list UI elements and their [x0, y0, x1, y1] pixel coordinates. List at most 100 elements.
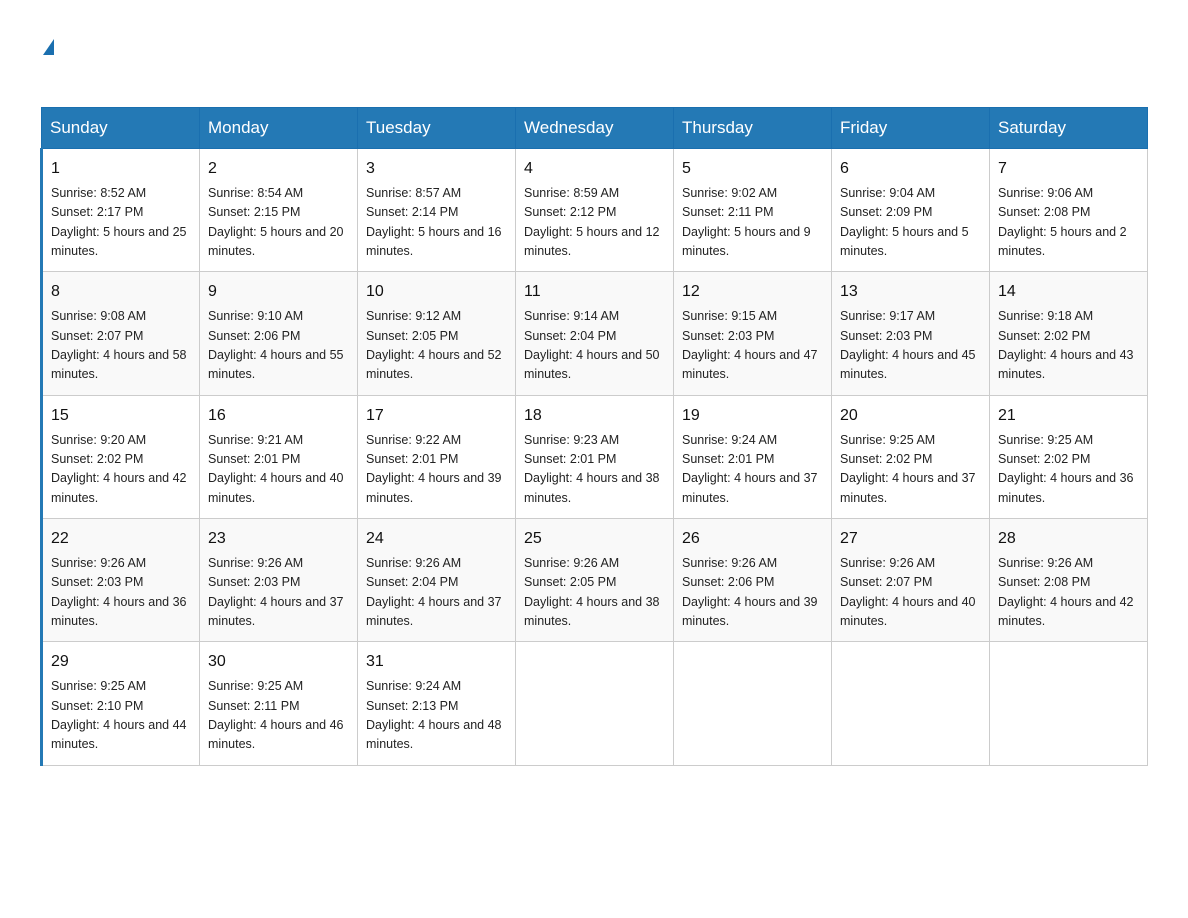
col-header-thursday: Thursday: [674, 108, 832, 149]
logo-triangle-icon: [43, 39, 54, 55]
day-cell: 31 Sunrise: 9:24 AMSunset: 2:13 PMDaylig…: [358, 642, 516, 765]
day-cell: 12 Sunrise: 9:15 AMSunset: 2:03 PMDaylig…: [674, 272, 832, 395]
logo: [40, 30, 54, 87]
day-cell: 11 Sunrise: 9:14 AMSunset: 2:04 PMDaylig…: [516, 272, 674, 395]
day-info: Sunrise: 9:26 AMSunset: 2:08 PMDaylight:…: [998, 556, 1134, 628]
day-cell: 30 Sunrise: 9:25 AMSunset: 2:11 PMDaylig…: [200, 642, 358, 765]
day-cell: 22 Sunrise: 9:26 AMSunset: 2:03 PMDaylig…: [42, 519, 200, 642]
day-info: Sunrise: 8:57 AMSunset: 2:14 PMDaylight:…: [366, 186, 502, 258]
day-cell: [516, 642, 674, 765]
day-info: Sunrise: 9:25 AMSunset: 2:11 PMDaylight:…: [208, 679, 344, 751]
day-number: 13: [840, 280, 981, 305]
day-cell: 25 Sunrise: 9:26 AMSunset: 2:05 PMDaylig…: [516, 519, 674, 642]
day-number: 20: [840, 404, 981, 429]
page-header: [40, 30, 1148, 87]
day-cell: 27 Sunrise: 9:26 AMSunset: 2:07 PMDaylig…: [832, 519, 990, 642]
day-number: 1: [51, 157, 191, 182]
day-cell: [832, 642, 990, 765]
day-number: 19: [682, 404, 823, 429]
day-info: Sunrise: 9:23 AMSunset: 2:01 PMDaylight:…: [524, 433, 660, 505]
day-cell: 20 Sunrise: 9:25 AMSunset: 2:02 PMDaylig…: [832, 395, 990, 518]
day-number: 26: [682, 527, 823, 552]
day-info: Sunrise: 9:24 AMSunset: 2:01 PMDaylight:…: [682, 433, 818, 505]
day-info: Sunrise: 9:08 AMSunset: 2:07 PMDaylight:…: [51, 309, 187, 381]
day-cell: 10 Sunrise: 9:12 AMSunset: 2:05 PMDaylig…: [358, 272, 516, 395]
day-cell: 23 Sunrise: 9:26 AMSunset: 2:03 PMDaylig…: [200, 519, 358, 642]
day-number: 18: [524, 404, 665, 429]
day-info: Sunrise: 9:18 AMSunset: 2:02 PMDaylight:…: [998, 309, 1134, 381]
day-cell: 6 Sunrise: 9:04 AMSunset: 2:09 PMDayligh…: [832, 149, 990, 272]
week-row-5: 29 Sunrise: 9:25 AMSunset: 2:10 PMDaylig…: [42, 642, 1148, 765]
day-info: Sunrise: 9:25 AMSunset: 2:02 PMDaylight:…: [840, 433, 976, 505]
day-number: 22: [51, 527, 191, 552]
day-number: 23: [208, 527, 349, 552]
day-number: 6: [840, 157, 981, 182]
day-info: Sunrise: 9:20 AMSunset: 2:02 PMDaylight:…: [51, 433, 187, 505]
day-cell: 2 Sunrise: 8:54 AMSunset: 2:15 PMDayligh…: [200, 149, 358, 272]
week-row-1: 1 Sunrise: 8:52 AMSunset: 2:17 PMDayligh…: [42, 149, 1148, 272]
week-row-2: 8 Sunrise: 9:08 AMSunset: 2:07 PMDayligh…: [42, 272, 1148, 395]
day-info: Sunrise: 9:02 AMSunset: 2:11 PMDaylight:…: [682, 186, 811, 258]
day-cell: 13 Sunrise: 9:17 AMSunset: 2:03 PMDaylig…: [832, 272, 990, 395]
day-cell: [990, 642, 1148, 765]
day-cell: 28 Sunrise: 9:26 AMSunset: 2:08 PMDaylig…: [990, 519, 1148, 642]
col-header-monday: Monday: [200, 108, 358, 149]
day-number: 10: [366, 280, 507, 305]
day-info: Sunrise: 9:10 AMSunset: 2:06 PMDaylight:…: [208, 309, 344, 381]
day-info: Sunrise: 9:26 AMSunset: 2:07 PMDaylight:…: [840, 556, 976, 628]
day-number: 11: [524, 280, 665, 305]
col-header-sunday: Sunday: [42, 108, 200, 149]
week-row-4: 22 Sunrise: 9:26 AMSunset: 2:03 PMDaylig…: [42, 519, 1148, 642]
col-header-saturday: Saturday: [990, 108, 1148, 149]
day-number: 12: [682, 280, 823, 305]
day-cell: 19 Sunrise: 9:24 AMSunset: 2:01 PMDaylig…: [674, 395, 832, 518]
day-cell: [674, 642, 832, 765]
day-number: 29: [51, 650, 191, 675]
day-number: 8: [51, 280, 191, 305]
day-number: 30: [208, 650, 349, 675]
day-number: 25: [524, 527, 665, 552]
day-cell: 3 Sunrise: 8:57 AMSunset: 2:14 PMDayligh…: [358, 149, 516, 272]
day-info: Sunrise: 8:52 AMSunset: 2:17 PMDaylight:…: [51, 186, 187, 258]
day-cell: 4 Sunrise: 8:59 AMSunset: 2:12 PMDayligh…: [516, 149, 674, 272]
col-header-friday: Friday: [832, 108, 990, 149]
day-number: 5: [682, 157, 823, 182]
day-number: 21: [998, 404, 1139, 429]
day-info: Sunrise: 9:26 AMSunset: 2:03 PMDaylight:…: [51, 556, 187, 628]
day-info: Sunrise: 9:06 AMSunset: 2:08 PMDaylight:…: [998, 186, 1127, 258]
day-info: Sunrise: 9:15 AMSunset: 2:03 PMDaylight:…: [682, 309, 818, 381]
day-cell: 29 Sunrise: 9:25 AMSunset: 2:10 PMDaylig…: [42, 642, 200, 765]
day-number: 3: [366, 157, 507, 182]
day-info: Sunrise: 9:12 AMSunset: 2:05 PMDaylight:…: [366, 309, 502, 381]
day-cell: 26 Sunrise: 9:26 AMSunset: 2:06 PMDaylig…: [674, 519, 832, 642]
day-cell: 7 Sunrise: 9:06 AMSunset: 2:08 PMDayligh…: [990, 149, 1148, 272]
day-cell: 9 Sunrise: 9:10 AMSunset: 2:06 PMDayligh…: [200, 272, 358, 395]
day-number: 9: [208, 280, 349, 305]
day-number: 2: [208, 157, 349, 182]
day-info: Sunrise: 9:26 AMSunset: 2:05 PMDaylight:…: [524, 556, 660, 628]
day-number: 27: [840, 527, 981, 552]
day-number: 4: [524, 157, 665, 182]
day-cell: 14 Sunrise: 9:18 AMSunset: 2:02 PMDaylig…: [990, 272, 1148, 395]
day-cell: 16 Sunrise: 9:21 AMSunset: 2:01 PMDaylig…: [200, 395, 358, 518]
day-info: Sunrise: 9:26 AMSunset: 2:04 PMDaylight:…: [366, 556, 502, 628]
day-info: Sunrise: 9:17 AMSunset: 2:03 PMDaylight:…: [840, 309, 976, 381]
day-info: Sunrise: 9:04 AMSunset: 2:09 PMDaylight:…: [840, 186, 969, 258]
day-cell: 8 Sunrise: 9:08 AMSunset: 2:07 PMDayligh…: [42, 272, 200, 395]
calendar-table: SundayMondayTuesdayWednesdayThursdayFrid…: [40, 107, 1148, 765]
day-number: 31: [366, 650, 507, 675]
day-cell: 5 Sunrise: 9:02 AMSunset: 2:11 PMDayligh…: [674, 149, 832, 272]
col-header-wednesday: Wednesday: [516, 108, 674, 149]
day-cell: 15 Sunrise: 9:20 AMSunset: 2:02 PMDaylig…: [42, 395, 200, 518]
day-info: Sunrise: 9:14 AMSunset: 2:04 PMDaylight:…: [524, 309, 660, 381]
day-number: 17: [366, 404, 507, 429]
col-header-tuesday: Tuesday: [358, 108, 516, 149]
day-info: Sunrise: 9:22 AMSunset: 2:01 PMDaylight:…: [366, 433, 502, 505]
day-cell: 21 Sunrise: 9:25 AMSunset: 2:02 PMDaylig…: [990, 395, 1148, 518]
day-cell: 17 Sunrise: 9:22 AMSunset: 2:01 PMDaylig…: [358, 395, 516, 518]
day-info: Sunrise: 9:25 AMSunset: 2:10 PMDaylight:…: [51, 679, 187, 751]
day-info: Sunrise: 9:25 AMSunset: 2:02 PMDaylight:…: [998, 433, 1134, 505]
day-info: Sunrise: 9:21 AMSunset: 2:01 PMDaylight:…: [208, 433, 344, 505]
day-info: Sunrise: 9:26 AMSunset: 2:03 PMDaylight:…: [208, 556, 344, 628]
day-number: 15: [51, 404, 191, 429]
